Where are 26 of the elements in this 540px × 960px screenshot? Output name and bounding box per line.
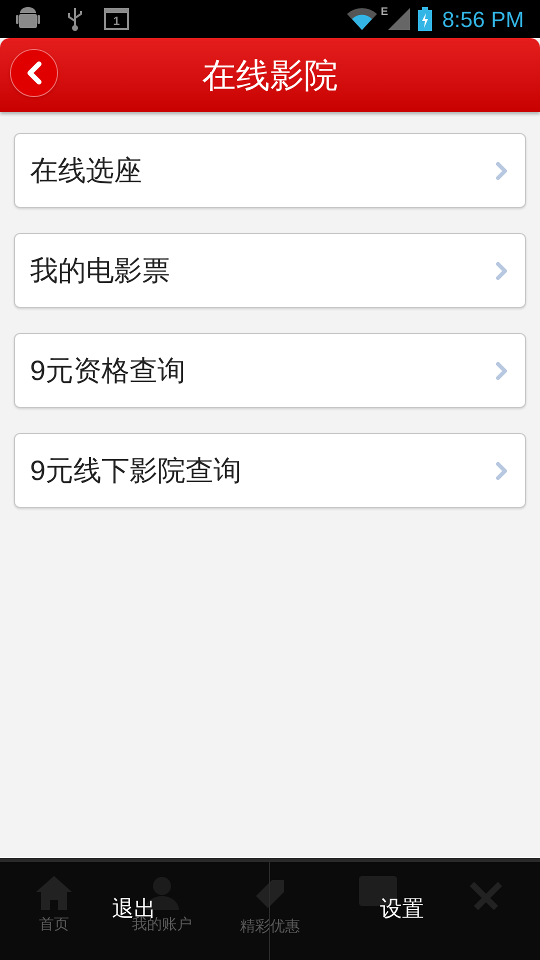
- menu-item[interactable]: 9元资格查询: [14, 333, 526, 408]
- wifi-icon: [346, 8, 377, 30]
- network-type: E: [380, 5, 388, 20]
- chevron-icon: [495, 260, 509, 280]
- signal-icon: [388, 8, 410, 30]
- battery-icon: [418, 7, 432, 31]
- menu-item[interactable]: 我的电影票: [14, 233, 526, 308]
- usb-icon: [66, 6, 84, 32]
- back-button[interactable]: [10, 49, 58, 97]
- tab-label: 精彩优惠: [240, 917, 300, 937]
- menu-item-label: 我的电影票: [30, 254, 171, 288]
- chevron-icon: [495, 460, 509, 480]
- menu-item-label: 9元线下影院查询: [30, 454, 243, 488]
- menu-item-label: 在线选座: [30, 154, 143, 188]
- tab-label: 我的账户: [132, 916, 192, 935]
- menu-item[interactable]: 9元线下影院查询: [14, 433, 526, 508]
- menu-item[interactable]: 在线选座: [14, 133, 526, 208]
- back-icon: [26, 61, 42, 85]
- clock: 8:56 PM: [442, 6, 524, 34]
- chevron-icon: [495, 360, 509, 380]
- tab-label: 首页: [39, 915, 69, 935]
- notification-icon: 1: [104, 8, 129, 30]
- options-menu-item[interactable]: 设置: [380, 898, 424, 920]
- chevron-icon: [495, 160, 509, 180]
- page-title: 在线影院: [202, 56, 338, 96]
- menu-item-label: 9元资格查询: [30, 354, 187, 388]
